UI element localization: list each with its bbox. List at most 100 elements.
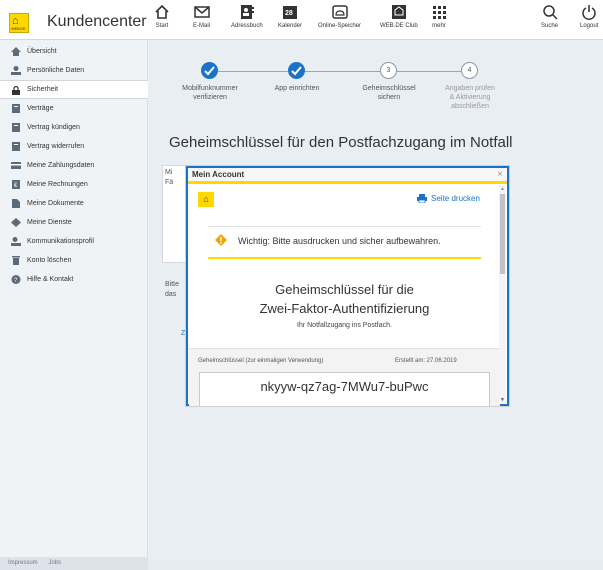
print-page-link[interactable]: Seite drucken	[431, 194, 480, 203]
calendar-day: 28	[285, 10, 293, 17]
info-text: Fä	[165, 179, 174, 186]
step-2-check-icon	[288, 62, 305, 79]
card-icon	[11, 162, 21, 169]
sidebar-item-vertrag-kuendigen[interactable]: Vertrag kündigen	[0, 118, 148, 137]
sidebar-item-label: Vertrag kündigen	[27, 124, 80, 131]
nav-online-speicher[interactable]: Online-Speicher	[318, 4, 361, 29]
top-bar: ⌂ WEB.DE Kundencenter Start E-Mail Adres…	[0, 0, 603, 40]
page-title: Geheimschlüssel für den Postfachzugang i…	[169, 134, 513, 151]
sidebar-item-dokumente[interactable]: Meine Dokumente	[0, 194, 148, 213]
footer-link-jobs[interactable]: Jobs	[48, 560, 61, 566]
sidebar-item-label: Kommunikationsprofil	[27, 238, 94, 245]
contract-icon	[12, 142, 20, 151]
sidebar-item-vertrag-widerrufen[interactable]: Vertrag widerrufen	[0, 137, 148, 156]
printer-icon[interactable]	[417, 194, 427, 203]
wizard-line	[218, 71, 288, 72]
sidebar-item-label: Meine Zahlungsdaten	[27, 162, 95, 169]
lock-icon	[12, 86, 20, 95]
home-icon	[154, 4, 170, 20]
person-icon	[11, 66, 21, 75]
profile-icon	[11, 237, 21, 246]
contract-icon	[12, 123, 20, 132]
step-3-circle: 3	[380, 62, 397, 79]
nav-logout[interactable]: Logout	[580, 4, 598, 29]
scroll-up-icon[interactable]: ▲	[500, 186, 505, 192]
sidebar-item-hilfe-kontakt[interactable]: ? Hilfe & Kontakt	[0, 270, 148, 289]
sidebar-item-dienste[interactable]: Meine Dienste	[0, 213, 148, 232]
sidebar-item-label: Hilfe & Kontakt	[27, 276, 74, 283]
key-label: Geheimschlüssel (zur einmaligen Verwendu…	[198, 358, 324, 364]
mein-account-dialog: Mein Account × ⌂ Seite drucken Wichtig: …	[186, 166, 509, 406]
warning-icon	[215, 234, 227, 246]
step-4-circle: 4	[461, 62, 478, 79]
secret-key-value[interactable]: nkyyw-qz7ag-7MWu7-buPwc	[199, 372, 490, 406]
secret-heading: Geheimschlüssel für die Zwei-Faktor-Auth…	[259, 282, 430, 316]
sidebar-item-label: Konto löschen	[27, 257, 72, 264]
calendar-icon: 28	[282, 4, 298, 20]
wizard-line	[305, 71, 380, 72]
step-4-label: Angaben prüfen & Aktivierung abschließen	[445, 85, 495, 110]
help-icon: ?	[11, 275, 21, 284]
instruction-text: Bitte	[165, 281, 180, 288]
nav-mehr[interactable]: mehr	[431, 4, 447, 29]
sidebar-item-konto-loeschen[interactable]: Konto löschen	[0, 251, 148, 270]
nav-email[interactable]: E-Mail	[193, 4, 210, 29]
nav-label: Online-Speicher	[318, 23, 362, 29]
nav-kalender[interactable]: 28 Kalender	[278, 4, 302, 29]
nav-webde-club[interactable]: WEB.DE Club	[380, 4, 418, 29]
nav-start[interactable]: Start	[154, 4, 170, 29]
logo-text: WEB.DE	[11, 26, 26, 31]
scroll-thumb[interactable]	[500, 194, 505, 274]
sidebar-item-label: Sicherheit	[27, 86, 59, 93]
nav-label: mehr	[432, 23, 446, 29]
apps-grid-icon	[431, 4, 447, 20]
nav-suche[interactable]: Suche	[541, 4, 558, 29]
sidebar-item-sicherheit[interactable]: Sicherheit	[0, 80, 148, 99]
sidebar-item-label: Vertrag widerrufen	[27, 143, 85, 150]
secret-subheading: Ihr Notfallzugang ins Postfach.	[297, 322, 392, 329]
step-1-label: Mobilfunknummer verifizieren	[182, 85, 238, 101]
instruction-text: das	[165, 291, 177, 298]
sidebar: Übersicht Persönliche Daten Sicherheit V…	[0, 40, 148, 570]
close-icon[interactable]: ×	[497, 169, 503, 181]
step-1-check-icon	[201, 62, 218, 79]
services-icon	[11, 218, 21, 227]
nav-label: Logout	[580, 23, 599, 29]
dialog-title: Mein Account	[188, 168, 507, 184]
nav-label: WEB.DE Club	[380, 23, 418, 29]
footer-link-impressum[interactable]: Impressum	[8, 560, 38, 566]
sidebar-item-label: Persönliche Daten	[27, 67, 85, 74]
contract-icon	[12, 104, 20, 113]
nav-label: E-Mail	[193, 23, 211, 29]
yellow-divider	[208, 257, 481, 259]
sidebar-item-zahlungsdaten[interactable]: Meine Zahlungsdaten	[0, 156, 148, 175]
scroll-down-icon[interactable]: ▼	[500, 397, 505, 403]
wizard-line	[397, 71, 461, 72]
nav-label: Adressbuch	[231, 23, 263, 29]
sidebar-item-kommunikationsprofil[interactable]: Kommunikationsprofil	[0, 232, 148, 251]
sidebar-item-vertraege[interactable]: Verträge	[0, 99, 148, 118]
sidebar-item-label: Verträge	[27, 105, 54, 112]
addressbook-icon	[239, 4, 255, 20]
sidebar-item-rechnungen[interactable]: € Meine Rechnungen	[0, 175, 148, 194]
sidebar-item-persoenliche-daten[interactable]: Persönliche Daten	[0, 61, 148, 80]
warning-message: Wichtig: Bitte ausdrucken und sicher auf…	[238, 236, 441, 246]
webde-logo-icon: ⌂	[198, 192, 214, 207]
sidebar-item-label: Übersicht	[27, 48, 57, 55]
document-icon	[12, 199, 20, 208]
nav-adressbuch[interactable]: Adressbuch	[231, 4, 263, 29]
webde-logo[interactable]: ⌂ WEB.DE	[9, 13, 29, 33]
divider	[208, 226, 481, 227]
invoice-icon: €	[12, 180, 20, 189]
step-2-label: App einrichten	[274, 85, 320, 92]
step-3-label: Geheimschlüssel sichern	[362, 85, 416, 101]
mail-icon	[193, 4, 210, 20]
search-icon	[542, 4, 558, 20]
sidebar-item-uebersicht[interactable]: Übersicht	[0, 42, 148, 61]
sidebar-item-label: Meine Dokumente	[27, 200, 84, 207]
cloud-icon	[331, 4, 348, 20]
sidebar-item-label: Meine Rechnungen	[27, 181, 88, 188]
dialog-scrollbar[interactable]: ▲ ▼	[499, 185, 506, 404]
club-icon	[391, 4, 407, 20]
nav-label: Suche	[541, 23, 559, 29]
